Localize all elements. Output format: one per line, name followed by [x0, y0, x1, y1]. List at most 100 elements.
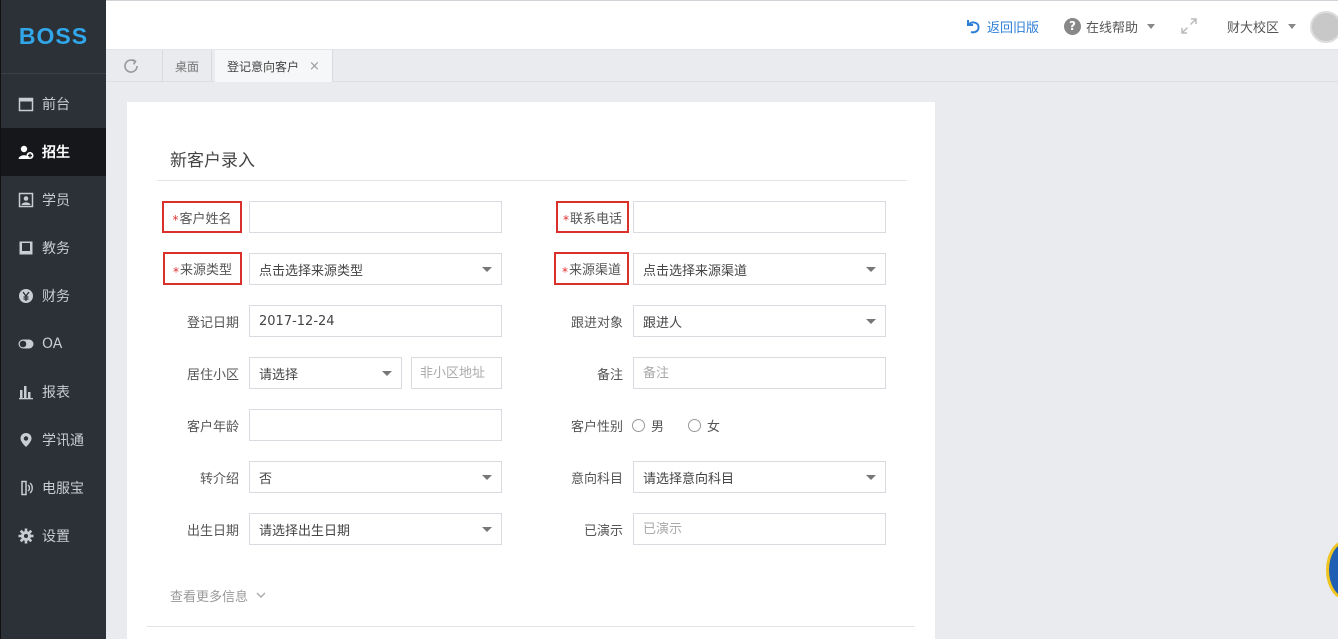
- tab-bar: 桌面 登记意向客户 ×: [106, 50, 1338, 82]
- demo-label: 已演示: [583, 523, 623, 539]
- sidebar-item-label: 招生: [42, 145, 70, 161]
- phone-label: * 联系电话: [556, 201, 629, 233]
- community-select[interactable]: 请选择: [249, 357, 402, 389]
- phone-input[interactable]: [633, 201, 886, 233]
- age-label: 客户年龄: [186, 419, 239, 435]
- birthday-select[interactable]: 请选择出生日期: [249, 513, 502, 545]
- community-label: 居住小区: [186, 367, 239, 383]
- sidebar-item-academic[interactable]: 教务: [1, 224, 106, 272]
- close-icon[interactable]: ×: [309, 59, 320, 74]
- sidebar-item-oa[interactable]: OA: [1, 320, 106, 368]
- customer-name-field[interactable]: [259, 202, 501, 232]
- chevron-down-icon: [1288, 23, 1297, 29]
- gender-male-radio[interactable]: 男: [632, 410, 664, 440]
- phone-field[interactable]: [643, 202, 885, 232]
- demo-field[interactable]: [643, 514, 885, 544]
- more-label: 查看更多信息: [170, 590, 249, 605]
- sidebar-item-label: 学员: [42, 193, 70, 209]
- tab-home[interactable]: 桌面: [162, 50, 213, 82]
- sidebar-item-label: OA: [42, 336, 63, 352]
- note-input[interactable]: [633, 357, 886, 389]
- yen-icon: [18, 288, 34, 304]
- subject-value: 请选择意向科目: [643, 471, 735, 487]
- required-mark: *: [172, 264, 179, 279]
- gear-icon: [18, 528, 34, 544]
- sidebar-item-reports[interactable]: 报表: [1, 368, 106, 416]
- sidebar: BOSS 前台 招生 学员 教务 财务 OA 报表 学讯通 电服宝 设置: [0, 0, 106, 639]
- chevron-down-icon: [256, 592, 266, 598]
- required-mark: *: [172, 213, 179, 227]
- floating-assistant-button[interactable]: [1326, 540, 1338, 600]
- register-date-input[interactable]: 2017-12-24: [249, 305, 502, 337]
- help-icon: ?: [1064, 17, 1081, 35]
- required-mark: *: [562, 213, 569, 227]
- page-title: 新客户录入: [170, 151, 255, 171]
- avatar[interactable]: [1310, 11, 1338, 43]
- bar-chart-icon: [18, 384, 34, 400]
- gender-female-radio[interactable]: 女: [688, 410, 720, 440]
- book-icon: [18, 240, 34, 256]
- demo-input[interactable]: [633, 513, 886, 545]
- campus-selector[interactable]: 财大校区: [1227, 1, 1297, 51]
- sidebar-nav: 前台 招生 学员 教务 财务 OA 报表 学讯通 电服宝 设置: [1, 80, 106, 560]
- sidebar-item-xuexuntong[interactable]: 学讯通: [1, 416, 106, 464]
- chevron-down-icon: [1147, 23, 1156, 29]
- source-channel-select[interactable]: 点击选择来源渠道: [633, 253, 886, 285]
- sidebar-item-finance[interactable]: 财务: [1, 272, 106, 320]
- radio-label: 女: [707, 419, 721, 435]
- sidebar-item-settings[interactable]: 设置: [1, 512, 106, 560]
- tab-label: 桌面: [175, 59, 200, 74]
- source-type-label: * 来源类型: [163, 252, 242, 285]
- age-field[interactable]: [259, 410, 501, 440]
- birthday-label: 出生日期: [186, 523, 239, 539]
- referral-value: 否: [259, 471, 273, 487]
- student-card-icon: [18, 192, 34, 208]
- radio-circle: [688, 418, 701, 432]
- address-field[interactable]: [420, 358, 501, 388]
- tab-register-customer[interactable]: 登记意向客户 ×: [215, 50, 333, 82]
- sidebar-item-label: 报表: [42, 385, 70, 401]
- note-field[interactable]: [643, 358, 885, 388]
- source-type-select[interactable]: 点击选择来源类型: [249, 253, 502, 285]
- sidebar-item-students[interactable]: 学员: [1, 176, 106, 224]
- user-add-icon: [18, 144, 34, 160]
- divider: [157, 180, 907, 181]
- help-label: 在线帮助: [1086, 20, 1139, 36]
- sidebar-item-enrollment[interactable]: 招生: [1, 128, 106, 176]
- location-pin-icon: [18, 432, 34, 448]
- top-header: 返回旧版 ? 在线帮助 财大校区: [106, 0, 1338, 50]
- online-help-menu[interactable]: ? 在线帮助: [1064, 1, 1156, 51]
- expand-icon: [1181, 18, 1197, 34]
- refresh-icon[interactable]: [122, 57, 140, 75]
- sidebar-item-label: 教务: [42, 241, 70, 257]
- follow-target-select[interactable]: 跟进人: [633, 305, 886, 337]
- sidebar-item-dianfubao[interactable]: 电服宝: [1, 464, 106, 512]
- gender-label: 客户性别: [570, 419, 623, 435]
- subject-select[interactable]: 请选择意向科目: [633, 461, 886, 493]
- logo[interactable]: BOSS: [1, 0, 106, 74]
- sidebar-item-front-desk[interactable]: 前台: [1, 80, 106, 128]
- community-value: 请选择: [259, 367, 299, 383]
- back-to-old-version-link[interactable]: 返回旧版: [964, 1, 1039, 51]
- new-customer-form-card: 新客户录入 * 客户姓名 * 联系电话 * 来源类型 点击选择来源类型 * 来源渠道 点…: [127, 102, 935, 639]
- register-date-value: 2017-12-24: [259, 313, 335, 329]
- radio-label: 男: [651, 419, 665, 435]
- age-input[interactable]: [249, 409, 502, 441]
- campus-label: 财大校区: [1227, 20, 1280, 36]
- sidebar-item-label: 电服宝: [42, 481, 84, 497]
- divider: [147, 626, 915, 627]
- phone-icon: [18, 480, 34, 496]
- source-channel-label: * 来源渠道: [554, 252, 629, 285]
- follow-target-label: 跟进对象: [570, 315, 623, 331]
- required-mark: *: [561, 264, 568, 279]
- birthday-value: 请选择出生日期: [259, 523, 351, 539]
- calendar-icon: [18, 96, 34, 112]
- customer-name-input[interactable]: [249, 201, 502, 233]
- fullscreen-button[interactable]: [1180, 1, 1198, 51]
- toggle-icon: [18, 336, 34, 352]
- tab-label: 登记意向客户: [227, 59, 300, 74]
- note-label: 备注: [596, 367, 623, 383]
- address-input[interactable]: [411, 357, 502, 389]
- referral-select[interactable]: 否: [249, 461, 502, 493]
- show-more-info-link[interactable]: 查看更多信息: [170, 586, 266, 605]
